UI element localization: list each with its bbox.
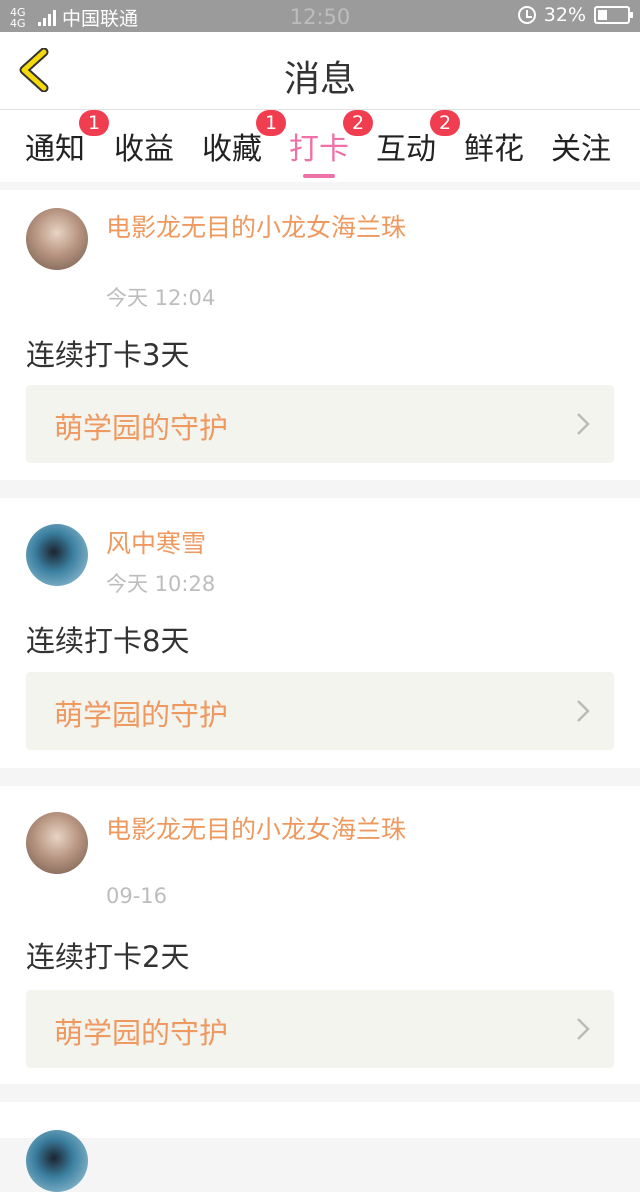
- tab-label: 收益: [114, 132, 174, 167]
- sender-name[interactable]: 风中寒雪: [106, 528, 416, 560]
- avatar[interactable]: [26, 524, 88, 586]
- tab-follow[interactable]: 关注: [551, 124, 611, 168]
- tab-label: 互动: [376, 132, 436, 167]
- chevron-right-icon: [577, 413, 590, 435]
- tab-notice[interactable]: 通知 1: [25, 110, 109, 168]
- tab-earnings[interactable]: 收益: [114, 124, 174, 168]
- status-right: 32%: [517, 4, 633, 26]
- status-bar: 4G 4G 中国联通 12:50 32%: [0, 0, 640, 32]
- tab-interaction[interactable]: 互动 2: [376, 110, 460, 168]
- header: 消息: [0, 32, 640, 110]
- group-link-label: 萌学园的守护: [54, 411, 229, 445]
- tab-label: 鲜花: [464, 132, 524, 167]
- alarm-icon: [517, 6, 536, 24]
- avatar[interactable]: [26, 812, 88, 874]
- message-card: 风中寒雪 今天 10:28 连续打卡8天 萌学园的守护: [0, 498, 640, 768]
- message-card: [0, 1102, 640, 1192]
- sender-name[interactable]: 电影龙无目的小龙女海兰珠: [106, 814, 416, 846]
- tab-checkin[interactable]: 打卡 2: [289, 110, 373, 178]
- sender-name[interactable]: 电影龙无目的小龙女海兰珠: [106, 212, 416, 244]
- message-text: 连续打卡8天: [26, 624, 190, 658]
- tab-bar: 通知 1 收益 收藏 1 打卡 2 互动 2 鲜花 关注: [0, 110, 640, 182]
- tab-favorites[interactable]: 收藏 1: [202, 110, 286, 168]
- tab-badge: 2: [430, 110, 460, 136]
- tab-badge: 1: [79, 110, 109, 136]
- tab-label: 收藏: [202, 132, 262, 167]
- message-card: 电影龙无目的小龙女海兰珠 09-16 连续打卡2天 萌学园的守护: [0, 786, 640, 1084]
- group-link[interactable]: 萌学园的守护: [26, 672, 614, 750]
- tab-label: 打卡: [289, 132, 349, 167]
- message-text: 连续打卡3天: [26, 338, 190, 372]
- message-time: 09-16: [106, 884, 168, 908]
- group-link-label: 萌学园的守护: [54, 698, 229, 732]
- chevron-right-icon: [577, 700, 590, 722]
- tab-badge: 1: [256, 110, 286, 136]
- message-time: 今天 12:04: [106, 286, 216, 310]
- message-time: 今天 10:28: [106, 572, 216, 596]
- message-text: 连续打卡2天: [26, 940, 190, 974]
- chevron-right-icon: [577, 1018, 590, 1040]
- battery-fill: [598, 10, 607, 20]
- message-card: 电影龙无目的小龙女海兰珠 今天 12:04 连续打卡3天 萌学园的守护: [0, 190, 640, 480]
- avatar[interactable]: [26, 208, 88, 270]
- battery-percent: 32%: [543, 4, 586, 26]
- tab-label: 通知: [25, 132, 85, 167]
- group-link-label: 萌学园的守护: [54, 1016, 229, 1050]
- battery-icon: [594, 6, 633, 24]
- active-tab-indicator: [303, 174, 335, 178]
- group-link[interactable]: 萌学园的守护: [26, 385, 614, 463]
- avatar[interactable]: [26, 1130, 88, 1192]
- tab-label: 关注: [551, 132, 611, 167]
- group-link[interactable]: 萌学园的守护: [26, 990, 614, 1068]
- tab-badge: 2: [343, 110, 373, 136]
- tab-flowers[interactable]: 鲜花: [464, 124, 524, 168]
- page-title: 消息: [283, 59, 356, 100]
